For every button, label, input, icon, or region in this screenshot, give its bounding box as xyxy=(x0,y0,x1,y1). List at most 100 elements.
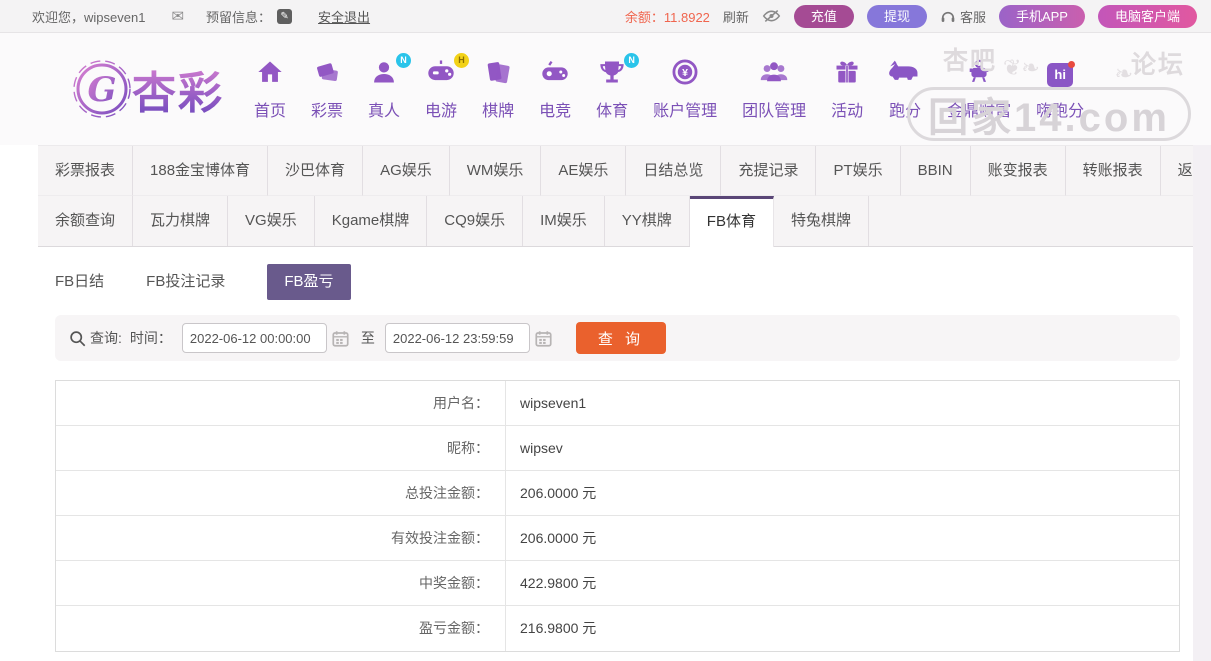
calendar-icon[interactable] xyxy=(332,330,349,347)
table-row: 昵称： wipsev xyxy=(56,426,1179,471)
tab-yy-qipai[interactable]: YY棋牌 xyxy=(605,196,690,246)
tab-rijie-zonglan[interactable]: 日结总览 xyxy=(626,146,721,196)
fb-subtabs: FB日结 FB投注记录 FB盈亏 xyxy=(55,264,1211,300)
row-label: 盈亏金额： xyxy=(56,606,506,651)
date-to-input[interactable] xyxy=(385,323,530,353)
logo-emblem-icon: G xyxy=(72,59,132,119)
edit-icon[interactable]: ✎ xyxy=(277,9,292,24)
table-row: 有效投注金额： 206.0000 元 xyxy=(56,516,1179,561)
tab-im-yule[interactable]: IM娱乐 xyxy=(523,196,605,246)
nav-home[interactable]: 首页 xyxy=(254,58,286,121)
between-label: 至 xyxy=(361,328,375,348)
row-value: 206.0000 元 xyxy=(506,516,596,560)
new-badge: N xyxy=(396,53,411,68)
trophy-icon: N xyxy=(598,58,626,90)
home-icon xyxy=(256,58,284,90)
customer-service[interactable]: 客服 xyxy=(940,7,986,26)
service-label: 客服 xyxy=(960,7,986,26)
nav-account[interactable]: ¥ 账户管理 xyxy=(653,58,717,121)
message-envelope-icon[interactable]: ✉ xyxy=(171,7,184,25)
eye-slash-icon[interactable] xyxy=(762,9,781,23)
tab-zhangbian-baobiao[interactable]: 账变报表 xyxy=(971,146,1066,196)
hi-icon: hi xyxy=(1047,63,1073,95)
query-button[interactable]: 查 询 xyxy=(576,322,666,354)
scrollbar[interactable] xyxy=(1193,145,1211,661)
nav-label: 活动 xyxy=(831,103,863,120)
nav-lottery[interactable]: 彩票 xyxy=(311,58,343,121)
nav-sports[interactable]: N 体育 xyxy=(596,58,628,121)
headphone-icon xyxy=(940,9,956,23)
person-icon: N xyxy=(370,58,398,90)
subtab-fb-touzhu-jilu[interactable]: FB投注记录 xyxy=(146,264,225,300)
nav-promotions[interactable]: 活动 xyxy=(831,58,863,121)
nav-label: 跑分 xyxy=(889,103,921,120)
nav-label: 账户管理 xyxy=(653,103,717,120)
rhino-icon xyxy=(888,58,922,90)
withdraw-button[interactable]: 提现 xyxy=(867,5,927,28)
tab-caipiao-baobiao[interactable]: 彩票报表 xyxy=(38,146,133,196)
nav-hipaofen[interactable]: hi 嗨跑分 xyxy=(1036,63,1084,121)
tab-bbin[interactable]: BBIN xyxy=(901,146,971,196)
esports-gamepad-icon xyxy=(540,58,570,90)
logout-link[interactable]: 安全退出 xyxy=(318,7,370,26)
query-bar: 查询: 时间： 至 查 询 xyxy=(55,315,1180,361)
tab-tetu-qipai[interactable]: 特兔棋牌 xyxy=(774,196,869,246)
topbar-right: 余额：11.8922 刷新 充值 提现 客服 手机APP 电脑客户端 xyxy=(625,5,1197,28)
tab-wm-yule[interactable]: WM娱乐 xyxy=(450,146,542,196)
tab-yue-chaxun[interactable]: 余额查询 xyxy=(38,196,133,246)
result-table: 用户名： wipseven1 昵称： wipsev 总投注金额： 206.000… xyxy=(55,380,1180,652)
nav-paofen[interactable]: 跑分 xyxy=(888,58,922,121)
refresh-link[interactable]: 刷新 xyxy=(723,7,749,26)
calendar-icon[interactable] xyxy=(535,330,552,347)
row-value: wipsev xyxy=(506,426,563,470)
nav-egames[interactable]: H 电游 xyxy=(425,58,457,121)
nav-team[interactable]: 团队管理 xyxy=(742,58,806,121)
tab-cq9-yule[interactable]: CQ9娱乐 xyxy=(427,196,523,246)
nav-cards[interactable]: 棋牌 xyxy=(482,58,514,121)
date-from-input[interactable] xyxy=(182,323,327,353)
nav-esports[interactable]: 电竞 xyxy=(539,58,571,121)
recharge-button[interactable]: 充值 xyxy=(794,5,854,28)
table-row: 总投注金额： 206.0000 元 xyxy=(56,471,1179,516)
nav-label: 电竞 xyxy=(539,103,571,120)
tab-wali-qipai[interactable]: 瓦力棋牌 xyxy=(133,196,228,246)
row-value: wipseven1 xyxy=(506,381,586,425)
tab-ae-yule[interactable]: AE娱乐 xyxy=(541,146,626,196)
tab-shaba-tiyu[interactable]: 沙巴体育 xyxy=(268,146,363,196)
new-badge: N xyxy=(624,53,639,68)
reserved-info-label: 预留信息： xyxy=(206,7,271,26)
nav-label: 团队管理 xyxy=(742,103,806,120)
svg-text:¥: ¥ xyxy=(682,67,688,79)
watermark-flourish: ❧ xyxy=(1115,61,1133,87)
treasure-icon xyxy=(965,58,993,90)
tab-vg-yule[interactable]: VG娱乐 xyxy=(228,196,315,246)
nav-live[interactable]: N 真人 xyxy=(368,58,400,121)
query-label: 查询: xyxy=(90,328,122,348)
tab-188jinbaobo-tiyu[interactable]: 188金宝博体育 xyxy=(133,146,268,196)
tab-pt-yule[interactable]: PT娱乐 xyxy=(816,146,900,196)
nav-jinding[interactable]: 金鼎财富 xyxy=(947,58,1011,121)
tab-chongti-jilu[interactable]: 充提记录 xyxy=(721,146,816,196)
site-logo[interactable]: G 杏彩 xyxy=(72,57,224,121)
tab-fb-tiyu[interactable]: FB体育 xyxy=(690,196,774,247)
coin-icon: ¥ xyxy=(671,58,699,90)
subtab-fb-yingkui[interactable]: FB盈亏 xyxy=(267,264,350,300)
svg-text:G: G xyxy=(87,70,116,110)
watermark-topright: 论坛 xyxy=(1131,45,1185,81)
report-tabs: 彩票报表 188金宝博体育 沙巴体育 AG娱乐 WM娱乐 AE娱乐 日结总览 充… xyxy=(38,145,1193,247)
team-icon xyxy=(759,58,789,90)
pc-client-button[interactable]: 电脑客户端 xyxy=(1098,5,1197,28)
tab-zhuanzhang-baobiao[interactable]: 转账报表 xyxy=(1066,146,1161,196)
mobile-app-button[interactable]: 手机APP xyxy=(999,5,1085,28)
gamepad-icon: H xyxy=(426,58,456,90)
row-value: 206.0000 元 xyxy=(506,471,596,515)
subtab-fb-rijie[interactable]: FB日结 xyxy=(55,264,104,300)
nav-label: 真人 xyxy=(368,103,400,120)
balance-text: 余额：11.8922 xyxy=(625,7,710,26)
main-nav: 首页 彩票 N 真人 H xyxy=(254,58,1084,121)
tab-kgame-qipai[interactable]: Kgame棋牌 xyxy=(315,196,428,246)
tab-ag-yule[interactable]: AG娱乐 xyxy=(363,146,450,196)
row-value: 216.9800 元 xyxy=(506,606,596,651)
nav-label: 体育 xyxy=(596,103,628,120)
nav-label: 棋牌 xyxy=(482,103,514,120)
